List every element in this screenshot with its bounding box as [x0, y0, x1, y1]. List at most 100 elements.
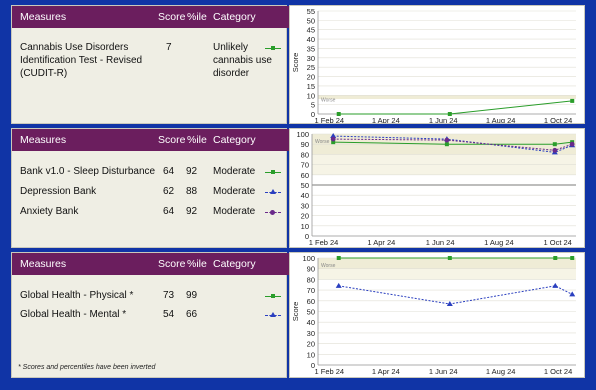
- y-tick-label: 55: [307, 7, 315, 16]
- header-pctile: %ile: [187, 258, 207, 270]
- square-marker: [553, 256, 558, 260]
- square-marker: [552, 142, 557, 147]
- y-tick-label: 40: [301, 191, 309, 200]
- measure-table-cudit: Measures Score %ile Category Cannabis Us…: [11, 5, 295, 124]
- measure-name: Bank v1.0 - Sleep Disturbance: [20, 166, 156, 177]
- x-tick-label: 1 Feb 24: [309, 238, 339, 247]
- square-marker: [336, 112, 341, 116]
- measure-pctile: 66: [186, 309, 198, 320]
- header-category: Category: [213, 258, 256, 270]
- chart-cudit-svg: Worse05101520253035404550551 Feb 24 1 Apr…: [291, 7, 576, 125]
- square-marker-icon: [271, 170, 275, 174]
- chart-global-health-svg: Worse01020304050607080901001 Feb 24 1 Apr…: [291, 254, 576, 376]
- worse-band: [318, 95, 576, 100]
- measure-name: Identification Test - Revised: [20, 55, 143, 66]
- measure-name: Cannabis Use Disorders: [20, 42, 129, 53]
- series-line: [338, 100, 573, 115]
- x-tick-label: 1 Aug 24: [486, 367, 516, 376]
- square-marker: [447, 112, 452, 116]
- x-tick-label: 1 Feb 24: [314, 367, 344, 376]
- chart-cudit: Worse 0 5 10 15 20 25 30 35 40 45 50 55 1 Feb 24 1 Apr…: [289, 5, 585, 125]
- x-tick-label: 1 Jun 24: [426, 238, 455, 247]
- y-tick-label: 70: [301, 161, 309, 170]
- y-tick-label: 60: [301, 171, 309, 180]
- measure-score: 64: [163, 166, 175, 177]
- header-measures: Measures: [20, 258, 67, 270]
- y-tick-label: 5: [311, 101, 315, 110]
- circle-marker: [569, 141, 575, 147]
- y-tick-label: 15: [307, 82, 315, 91]
- measure-name: Global Health - Mental *: [20, 309, 127, 320]
- measure-category: disorder: [213, 68, 250, 79]
- y-tick-label: 60: [307, 297, 315, 306]
- y-tick-label: 100: [302, 254, 315, 263]
- x-tick-label: 1 Oct 24: [544, 238, 572, 247]
- square-marker-icon: [271, 294, 275, 298]
- measure-name: Global Health - Physical *: [20, 290, 134, 301]
- y-tick-label: 10: [301, 222, 309, 231]
- y-tick-label: 70: [307, 286, 315, 295]
- measure-pctile: 99: [186, 290, 198, 301]
- chart-promis-svg: Worse01020304050607080901001 Feb 24 1 Apr…: [296, 130, 576, 247]
- header-pctile: %ile: [187, 134, 207, 146]
- circle-marker: [444, 137, 450, 143]
- x-tick-label: 1 Oct 24: [544, 116, 572, 123]
- header-category: Category: [213, 11, 256, 23]
- circle-marker-icon: [270, 210, 275, 215]
- worse-label: Worse: [321, 263, 336, 269]
- x-tick-label: 1 Feb 24: [314, 116, 344, 123]
- y-tick-label: 50: [307, 16, 315, 25]
- y-tick-label: 30: [307, 329, 315, 338]
- x-tick-label: 1 Aug 24: [486, 116, 516, 123]
- header-measures: Measures: [20, 11, 67, 23]
- measure-pctile: 88: [186, 186, 198, 197]
- x-tick-label: 1 Apr 24: [372, 116, 400, 123]
- y-tick-label: 30: [307, 54, 315, 63]
- worse-band: [318, 258, 576, 269]
- series-line: [338, 285, 573, 305]
- triangle-marker-icon: [270, 312, 276, 317]
- header-pctile: %ile: [187, 11, 207, 23]
- table-header: Measures Score %ile Category: [12, 253, 295, 275]
- x-tick-label: 1 Jun 24: [429, 367, 458, 376]
- square-marker: [336, 256, 341, 260]
- y-tick-label: 80: [307, 275, 315, 284]
- y-tick-label: 30: [301, 201, 309, 210]
- y-tick-label: 20: [307, 340, 315, 349]
- x-tick-label: 1 Apr 24: [372, 367, 400, 376]
- measure-category: Moderate: [213, 186, 256, 197]
- y-tick-label: 40: [307, 318, 315, 327]
- measure-score: 7: [166, 42, 172, 53]
- square-marker: [570, 256, 575, 260]
- measure-score: 64: [163, 206, 175, 217]
- circle-marker: [552, 147, 558, 153]
- square-marker: [444, 142, 449, 147]
- footnote: * Scores and percentiles have been inver…: [18, 364, 156, 371]
- y-axis-label: Score: [291, 53, 300, 73]
- y-tick-label: 40: [307, 35, 315, 44]
- y-tick-label: 90: [301, 140, 309, 149]
- triangle-marker: [569, 291, 576, 297]
- y-tick-label: 35: [307, 44, 315, 53]
- measure-pctile: 92: [186, 166, 198, 177]
- band-region: [318, 268, 576, 280]
- y-tick-label: 25: [307, 63, 315, 72]
- circle-marker: [330, 136, 336, 142]
- measure-category: Moderate: [213, 166, 256, 177]
- measure-score: 62: [163, 186, 175, 197]
- worse-label: Worse: [321, 97, 336, 103]
- table-header: Measures Score %ile Category: [12, 6, 295, 28]
- square-marker-icon: [271, 46, 275, 50]
- header-score: Score: [158, 258, 186, 270]
- y-tick-label: 45: [307, 26, 315, 35]
- report-window: Measures Score %ile Category Cannabis Us…: [0, 0, 596, 390]
- table-header: Measures Score %ile Category: [12, 129, 295, 151]
- y-tick-label: 50: [307, 308, 315, 317]
- measure-name: (CUDIT-R): [20, 68, 68, 79]
- measure-table-promis: Measures Score %ile Category Bank v1.0 -…: [11, 128, 295, 248]
- measure-score: 54: [163, 309, 175, 320]
- x-tick-label: 1 Oct 24: [544, 367, 572, 376]
- triangle-marker-icon: [270, 189, 276, 194]
- header-measures: Measures: [20, 134, 67, 146]
- triangle-marker: [552, 282, 559, 288]
